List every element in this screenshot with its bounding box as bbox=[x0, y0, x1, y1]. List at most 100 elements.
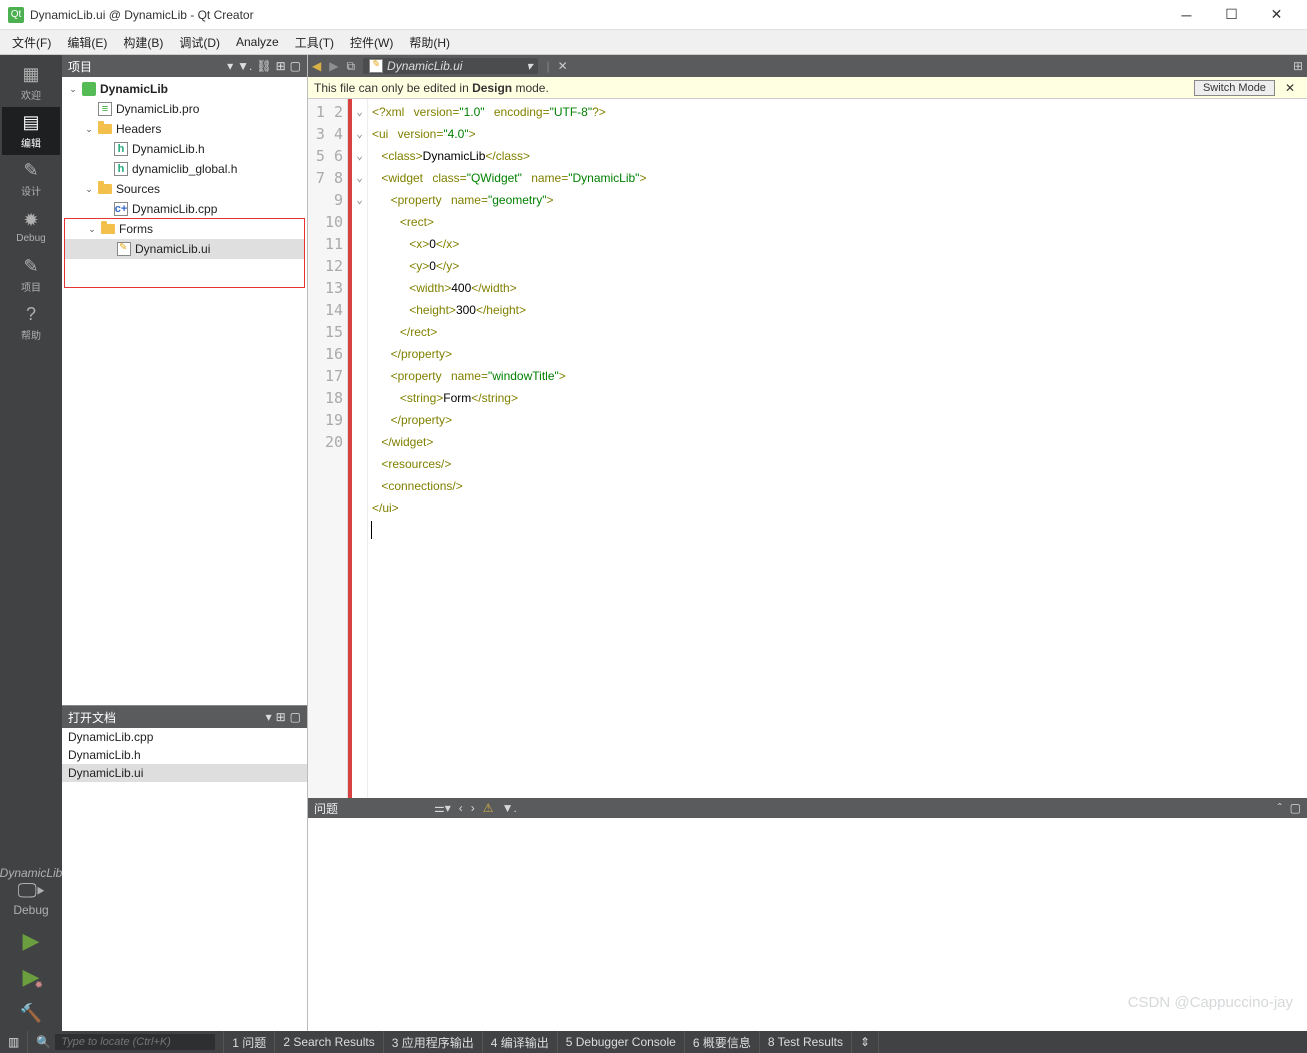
code-content[interactable]: <?xml version="1.0" encoding="UTF-8"?> <… bbox=[368, 99, 1307, 798]
issues-header: 问题 ⚌▾ ‹ › ⚠ ▼. ˆ ▢ bbox=[308, 798, 1307, 818]
status-debugger[interactable]: 5 Debugger Console bbox=[558, 1031, 685, 1053]
tree-form-file[interactable]: DynamicLib.ui bbox=[65, 239, 304, 259]
bookmark-icon[interactable]: ⧉ bbox=[346, 59, 355, 74]
code-editor[interactable]: 1 2 3 4 5 6 7 8 9 10 11 12 13 14 15 16 1… bbox=[308, 99, 1307, 798]
tree-forms-folder[interactable]: ⌄Forms bbox=[65, 219, 304, 239]
kit-selector[interactable]: DynamicLib 🖵▸ Debug bbox=[2, 860, 60, 923]
status-compile[interactable]: 4 编译输出 bbox=[483, 1031, 558, 1053]
mode-welcome[interactable]: ▦欢迎 bbox=[2, 59, 60, 107]
status-issues[interactable]: 1 问题 bbox=[224, 1031, 275, 1053]
kit-project: DynamicLib bbox=[0, 866, 62, 880]
add-split-icon[interactable]: ⊞ bbox=[276, 59, 286, 73]
project-tree[interactable]: ⌄DynamicLib ≡DynamicLib.pro ⌄Headers hDy… bbox=[62, 77, 307, 705]
issues-pane[interactable] bbox=[308, 818, 1307, 1031]
status-general[interactable]: 6 概要信息 bbox=[685, 1031, 760, 1053]
nav-back-icon[interactable]: ◀ bbox=[312, 59, 321, 73]
mode-design[interactable]: ✎设计 bbox=[2, 155, 60, 203]
status-more[interactable]: ⇕ bbox=[852, 1031, 879, 1053]
open-docs-title: 打开文档 bbox=[68, 709, 262, 726]
status-tests[interactable]: 8 Test Results bbox=[760, 1031, 852, 1053]
issues-title: 问题 bbox=[314, 800, 338, 817]
expand-icon[interactable]: ▢ bbox=[290, 59, 301, 73]
split-icon[interactable]: ⊞ bbox=[1293, 59, 1303, 73]
close-doc-icon[interactable]: ✕ bbox=[558, 59, 568, 73]
nav-fwd-icon[interactable]: ▶ bbox=[329, 59, 338, 73]
minimize-pane-icon[interactable]: ˆ bbox=[1278, 801, 1282, 815]
run-debug-button[interactable]: ▶✹ bbox=[11, 959, 51, 995]
h-file-icon: h bbox=[114, 162, 128, 176]
monitor-icon: 🖵▸ bbox=[18, 880, 45, 903]
add-split-icon[interactable]: ⊞ bbox=[276, 710, 286, 724]
dropdown-icon[interactable]: ▾ bbox=[266, 710, 272, 724]
open-doc-item[interactable]: DynamicLib.h bbox=[62, 746, 307, 764]
file-selector[interactable]: DynamicLib.ui ▾ bbox=[363, 58, 538, 74]
kit-config: Debug bbox=[13, 903, 48, 917]
title-bar: Qt DynamicLib.ui @ DynamicLib - Qt Creat… bbox=[0, 0, 1307, 30]
filter-icon[interactable]: ⚌▾ bbox=[434, 801, 451, 815]
mode-projects[interactable]: ✎项目 bbox=[2, 251, 60, 299]
filter2-icon[interactable]: ▼. bbox=[502, 801, 517, 815]
dropdown-icon[interactable]: ▾ bbox=[227, 59, 233, 73]
open-docs-list[interactable]: DynamicLib.cpp DynamicLib.h DynamicLib.u… bbox=[62, 728, 307, 1031]
minimize-button[interactable]: ─ bbox=[1164, 0, 1209, 30]
tree-pro-file[interactable]: ≡DynamicLib.pro bbox=[62, 99, 307, 119]
warning-icon[interactable]: ⚠ bbox=[483, 801, 494, 815]
search-icon: 🔍 bbox=[36, 1035, 51, 1049]
menu-edit[interactable]: 编辑(E) bbox=[59, 31, 115, 54]
pro-file-icon: ≡ bbox=[98, 102, 112, 116]
expand-icon[interactable]: ▢ bbox=[290, 710, 301, 724]
project-icon bbox=[82, 82, 96, 96]
pencil-icon: ✎ bbox=[23, 160, 38, 181]
tree-source-file[interactable]: c+DynamicLib.cpp bbox=[62, 199, 307, 219]
maximize-button[interactable]: ☐ bbox=[1209, 0, 1254, 30]
warn-text-prefix: This file can only be edited in bbox=[314, 81, 472, 95]
tree-root[interactable]: ⌄DynamicLib bbox=[62, 79, 307, 99]
locator[interactable]: 🔍 bbox=[28, 1031, 224, 1053]
locator-input[interactable] bbox=[55, 1034, 215, 1050]
status-appoutput[interactable]: 3 应用程序输出 bbox=[384, 1031, 483, 1053]
tree-header-file[interactable]: hDynamicLib.h bbox=[62, 139, 307, 159]
status-search[interactable]: 2 Search Results bbox=[275, 1031, 383, 1053]
menu-file[interactable]: 文件(F) bbox=[4, 31, 59, 54]
tree-headers-folder[interactable]: ⌄Headers bbox=[62, 119, 307, 139]
close-button[interactable]: ✕ bbox=[1254, 0, 1299, 30]
toggle-sidebar-button[interactable]: ▥ bbox=[0, 1031, 28, 1053]
status-bar: ▥ 🔍 1 问题 2 Search Results 3 应用程序输出 4 编译输… bbox=[0, 1031, 1307, 1053]
help-icon: ? bbox=[26, 304, 36, 325]
open-doc-item[interactable]: DynamicLib.ui bbox=[62, 764, 307, 782]
switch-mode-button[interactable]: Switch Mode bbox=[1194, 80, 1275, 96]
menu-tools[interactable]: 工具(T) bbox=[287, 31, 342, 54]
prev-issue-icon[interactable]: ‹ bbox=[459, 801, 463, 815]
run-button[interactable]: ▶ bbox=[11, 923, 51, 959]
close-pane-icon[interactable]: ▢ bbox=[1290, 801, 1301, 815]
menu-help[interactable]: 帮助(H) bbox=[401, 31, 458, 54]
menu-build[interactable]: 构建(B) bbox=[115, 31, 171, 54]
mode-help[interactable]: ?帮助 bbox=[2, 299, 60, 347]
mode-bar: ▦欢迎 ▤编辑 ✎设计 ✹Debug ✎项目 ?帮助 DynamicLib 🖵▸… bbox=[0, 55, 62, 1031]
menu-debug[interactable]: 调试(D) bbox=[171, 31, 228, 54]
h-file-icon: h bbox=[114, 142, 128, 156]
open-docs-header: 打开文档 ▾ ⊞ ▢ bbox=[62, 706, 307, 728]
menu-bar: 文件(F) 编辑(E) 构建(B) 调试(D) Analyze 工具(T) 控件… bbox=[0, 30, 1307, 55]
menu-analyze[interactable]: Analyze bbox=[228, 32, 287, 52]
folder-icon bbox=[101, 222, 115, 236]
editor-toolbar: ◀ ▶ ⧉ DynamicLib.ui ▾ | ✕ ⊞ bbox=[308, 55, 1307, 77]
edit-icon: ▤ bbox=[22, 112, 39, 133]
bug-icon: ✹ bbox=[23, 210, 38, 231]
app-icon: Qt bbox=[8, 7, 24, 23]
wrench-icon: ✎ bbox=[23, 256, 38, 277]
line-number-gutter: 1 2 3 4 5 6 7 8 9 10 11 12 13 14 15 16 1… bbox=[308, 99, 348, 798]
menu-widgets[interactable]: 控件(W) bbox=[342, 31, 401, 54]
folder-icon bbox=[98, 122, 112, 136]
tree-header-file[interactable]: hdynamiclib_global.h bbox=[62, 159, 307, 179]
open-doc-item[interactable]: DynamicLib.cpp bbox=[62, 728, 307, 746]
filter-icon[interactable]: ▼. bbox=[237, 59, 252, 73]
mode-debug[interactable]: ✹Debug bbox=[2, 203, 60, 251]
link-icon[interactable]: ⛓ bbox=[256, 59, 271, 73]
next-issue-icon[interactable]: › bbox=[471, 801, 475, 815]
build-button[interactable]: 🔨 bbox=[11, 995, 51, 1031]
mode-edit[interactable]: ▤编辑 bbox=[2, 107, 60, 155]
tree-sources-folder[interactable]: ⌄Sources bbox=[62, 179, 307, 199]
fold-column[interactable]: ⌄ ⌄ ⌄ ⌄ ⌄ bbox=[352, 99, 368, 798]
close-warning-icon[interactable]: ✕ bbox=[1279, 81, 1301, 95]
